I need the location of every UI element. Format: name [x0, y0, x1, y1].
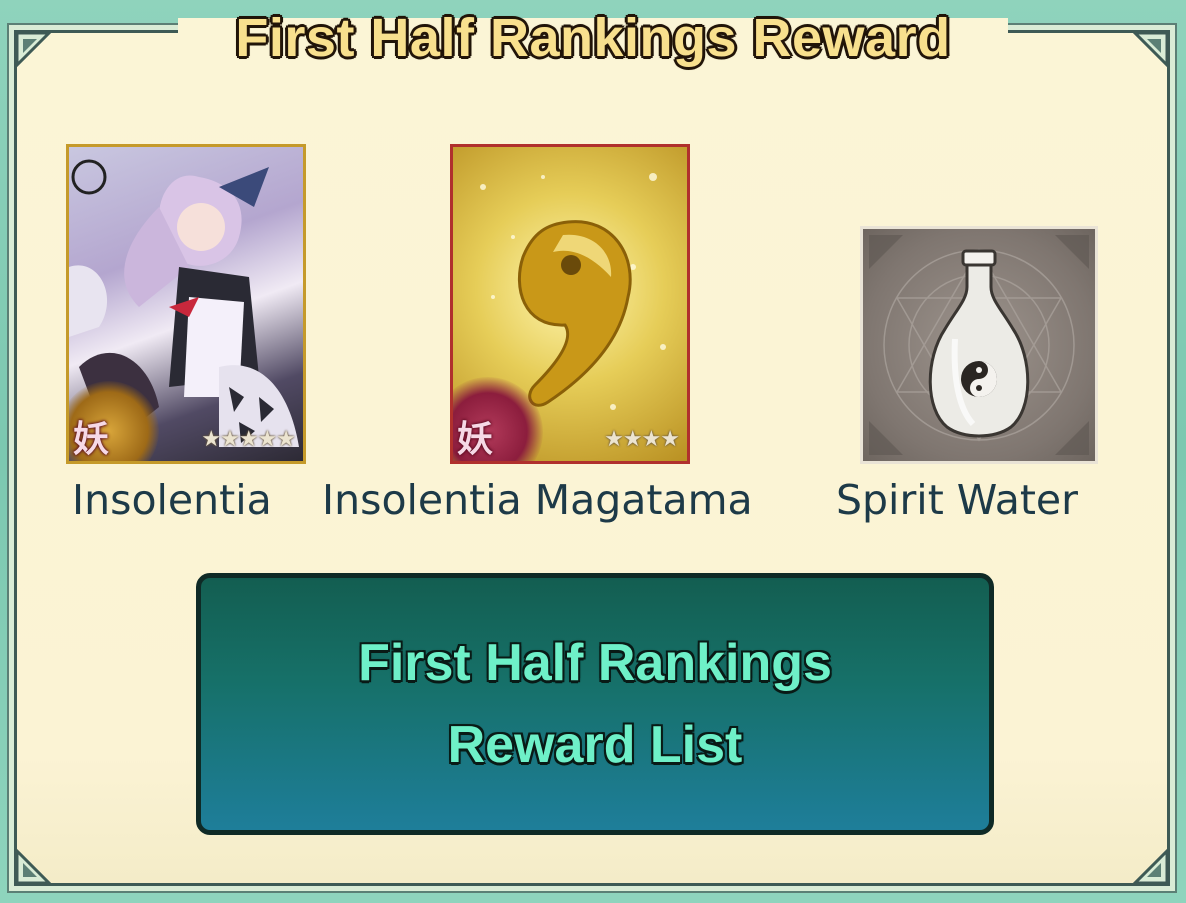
- reward-name-label: Insolentia: [72, 476, 272, 524]
- yokai-type-glyph: 妖: [457, 418, 494, 460]
- yin-yang-icon: [961, 361, 997, 397]
- reward-card-insolentia[interactable]: 妖 ★★★★★: [66, 144, 306, 464]
- reward-card-magatama[interactable]: 妖 ★★★★: [450, 144, 690, 464]
- rarity-stars: ★★★★: [604, 427, 680, 452]
- reward-item-spirit-water[interactable]: [860, 226, 1098, 464]
- reward-name-label: Spirit Water: [836, 476, 1078, 524]
- reward-list-button-label: Reward List: [447, 716, 743, 774]
- reward-list-button-label: First Half Rankings: [358, 634, 832, 692]
- reward-list-button[interactable]: First Half Rankings Reward List: [196, 573, 994, 835]
- spirit-water-bottle-icon: [869, 235, 1089, 455]
- rarity-stars: ★★★★★: [201, 427, 296, 452]
- page-title: First Half Rankings Reward: [235, 8, 951, 68]
- yokai-type-glyph: 妖: [73, 418, 110, 460]
- corner-ornament: [1131, 847, 1171, 887]
- corner-ornament: [13, 847, 53, 887]
- reward-name-label: Insolentia Magatama: [322, 476, 753, 524]
